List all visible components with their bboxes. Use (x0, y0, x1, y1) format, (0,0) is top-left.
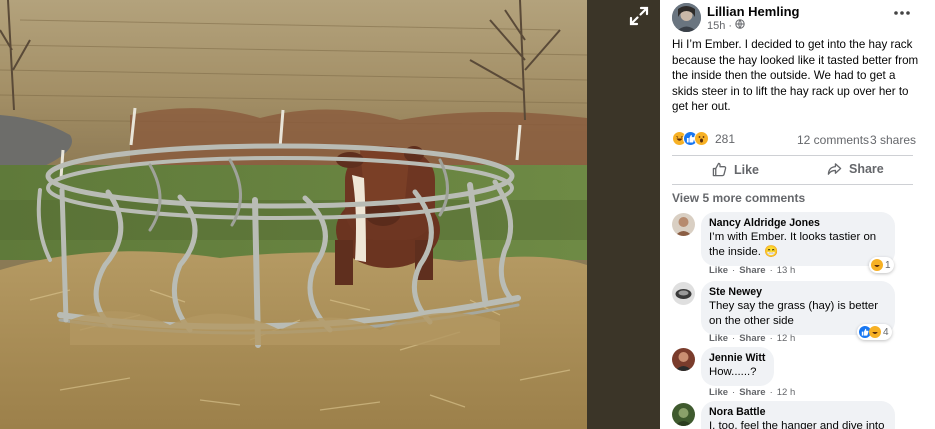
share-count[interactable]: 3 shares (870, 133, 916, 147)
comment-time[interactable]: 13 h (777, 265, 796, 276)
comment-reaction-badge[interactable]: 1 (869, 257, 894, 273)
haha-reaction-icon (871, 259, 883, 271)
comment-bubble: Nora Battle I, too, feel the hanger and … (701, 401, 895, 429)
haha-reaction-icon (869, 326, 881, 338)
more-options-button[interactable] (892, 6, 912, 20)
comment-like-link[interactable]: Like (709, 333, 728, 344)
comment-share-link[interactable]: Share (739, 333, 765, 344)
separator: · (769, 333, 773, 344)
post-meta: 15h · (707, 19, 745, 32)
commenter-avatar[interactable] (672, 348, 695, 371)
meta-separator: · (728, 19, 733, 32)
photo-viewer-gutter (587, 0, 660, 429)
comment-reaction-count: 1 (885, 259, 891, 271)
separator: · (732, 265, 736, 276)
comment-like-link[interactable]: Like (709, 387, 728, 398)
comment-actions: Like · Share · 12 h (709, 333, 795, 344)
comment-time[interactable]: 12 h (777, 333, 796, 344)
comment-like-link[interactable]: Like (709, 265, 728, 276)
comment-time[interactable]: 12 h (777, 387, 796, 398)
share-arrow-icon (827, 163, 842, 175)
commenter-name[interactable]: Jennie Witt (709, 352, 765, 364)
globe-icon (735, 19, 745, 32)
comment-share-link[interactable]: Share (739, 387, 765, 398)
post-text: Hi I’m Ember. I decided to get into the … (672, 38, 919, 113)
share-button[interactable]: Share (827, 162, 884, 176)
wow-reaction-icon (694, 131, 709, 146)
comment-reaction-count: 4 (883, 326, 889, 338)
separator: · (769, 387, 773, 398)
post-photo[interactable] (0, 0, 587, 429)
like-label: Like (734, 162, 760, 177)
more-icon (894, 11, 910, 15)
commenter-avatar[interactable] (672, 282, 695, 305)
comment-reaction-badge[interactable]: 4 (857, 324, 892, 340)
commenter-avatar[interactable] (672, 213, 695, 236)
like-button[interactable]: Like (712, 162, 759, 177)
comment-text: I, too, feel the hanger and dive into (709, 420, 885, 429)
commenter-name[interactable]: Ste Newey (709, 286, 886, 298)
commenter-name[interactable]: Nancy Aldridge Jones (709, 217, 886, 229)
comment-text: How......? (709, 366, 757, 378)
share-label: Share (849, 162, 884, 176)
comment-count[interactable]: 12 comments (797, 133, 869, 147)
post-time[interactable]: 15h (707, 20, 725, 32)
view-more-comments-link[interactable]: View 5 more comments (672, 191, 805, 205)
action-bar: Like Share (672, 155, 913, 185)
author-name[interactable]: Lillian Hemling (707, 4, 799, 19)
thumbs-up-icon (712, 162, 727, 177)
comment-text: I’m with Ember. It looks tastier on the … (709, 231, 877, 258)
comment-actions: Like · Share · 12 h (709, 387, 795, 398)
comment-share-link[interactable]: Share (739, 265, 765, 276)
comment-actions: Like · Share · 13 h (709, 265, 795, 276)
comment-bubble: Jennie Witt How......? (701, 347, 775, 386)
separator: · (769, 265, 773, 276)
separator: · (732, 333, 736, 344)
post-panel: Lillian Hemling 15h · Hi I’m Ember. I de… (660, 0, 935, 429)
reaction-count[interactable]: 281 (715, 132, 735, 146)
author-avatar[interactable] (672, 3, 701, 32)
commenter-avatar[interactable] (672, 403, 695, 426)
reaction-summary[interactable]: 281 (672, 131, 735, 146)
expand-icon[interactable] (628, 5, 650, 27)
photo-image (0, 0, 587, 429)
commenter-name[interactable]: Nora Battle (709, 406, 886, 418)
comment-bubble: Nancy Aldridge Jones I’m with Ember. It … (701, 212, 895, 266)
separator: · (732, 387, 736, 398)
